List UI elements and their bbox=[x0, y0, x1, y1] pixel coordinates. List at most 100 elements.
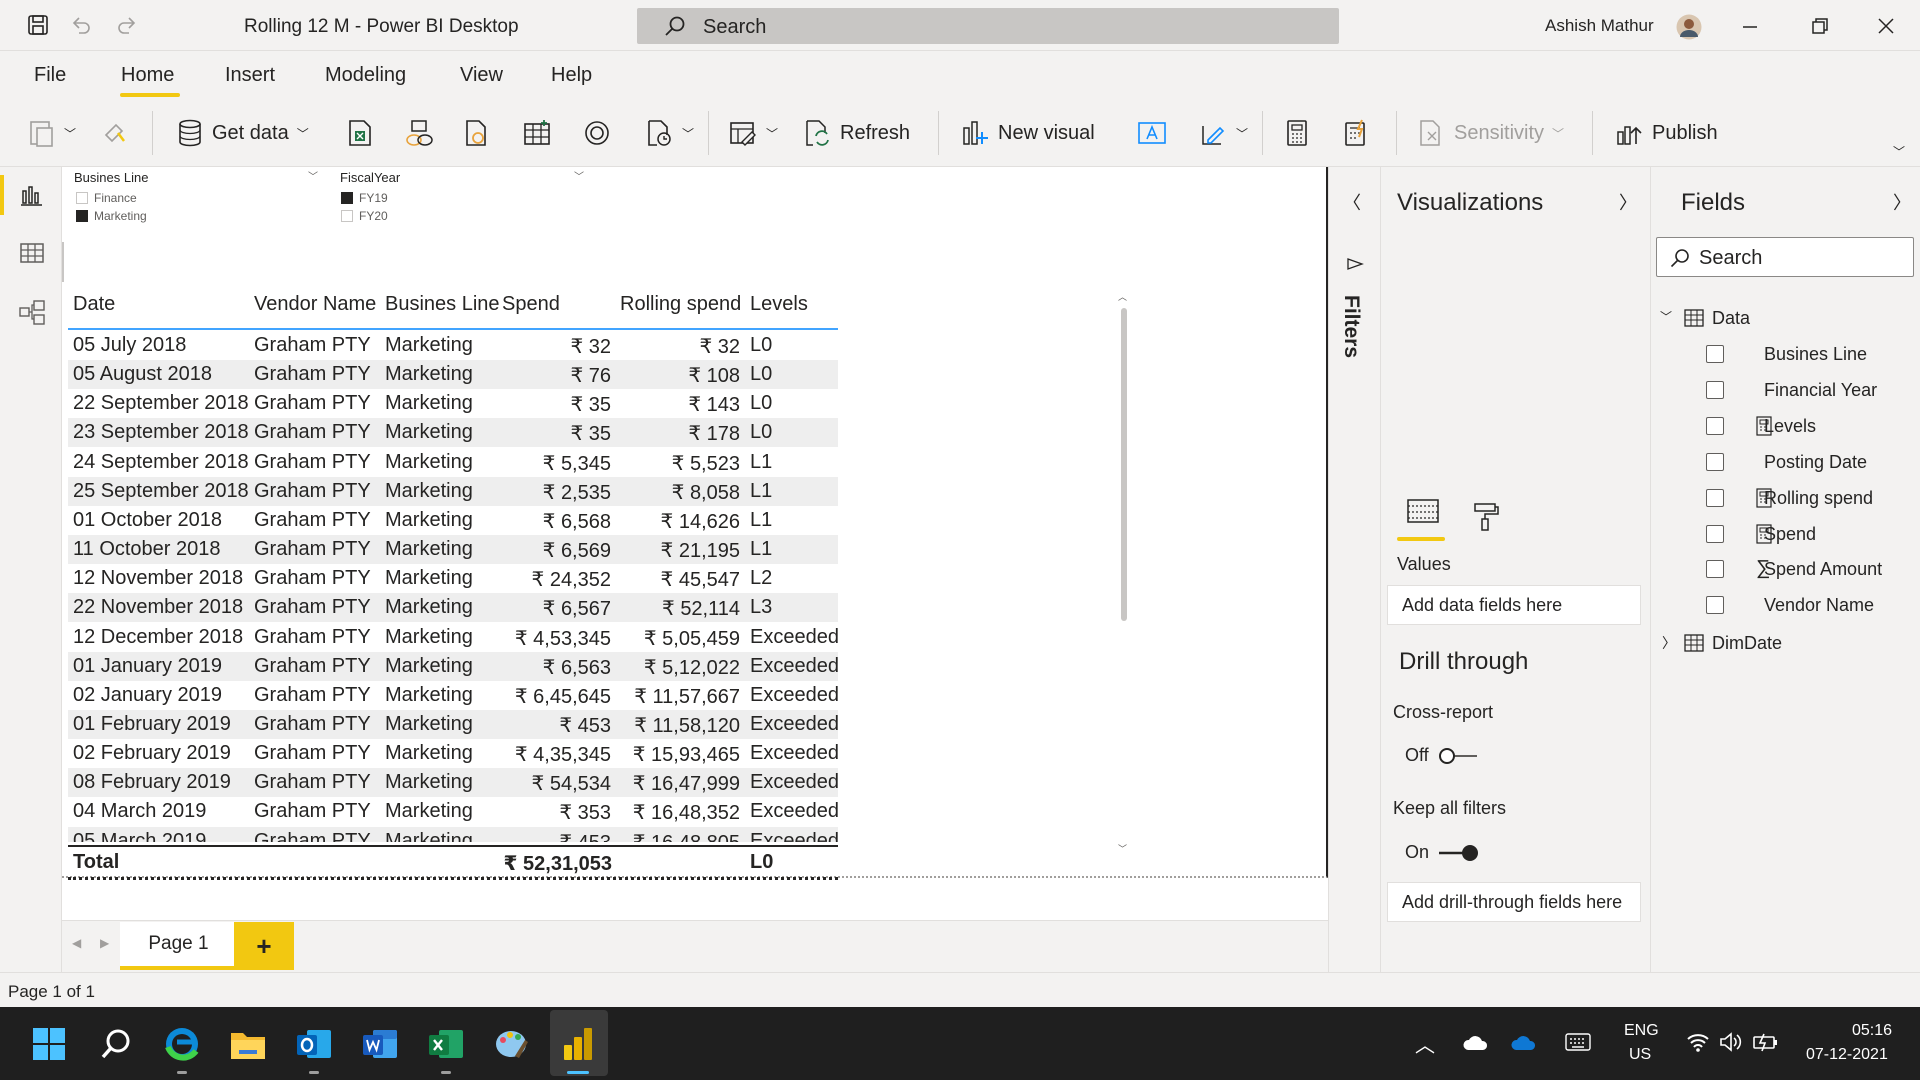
menu-insert[interactable]: Insert bbox=[225, 64, 275, 87]
table-row[interactable]: 02 February 2019 Graham PTY Marketing ₹ 4,3… bbox=[68, 739, 839, 768]
values-drop-well[interactable]: Add data fields here bbox=[1387, 585, 1641, 625]
table-row[interactable]: 02 January 2019 Graham PTY Marketing ₹ 6,45… bbox=[68, 681, 839, 710]
field-checkbox[interactable] bbox=[1706, 525, 1724, 543]
prev-page-icon[interactable]: ◀ bbox=[72, 936, 81, 950]
save-icon[interactable] bbox=[26, 13, 50, 37]
checkbox[interactable] bbox=[341, 210, 353, 222]
onedrive-blue-icon[interactable] bbox=[1510, 1033, 1538, 1051]
quick-measure-button[interactable] bbox=[1342, 99, 1370, 167]
field-checkbox[interactable] bbox=[1706, 596, 1724, 614]
slicer-item[interactable]: Finance bbox=[76, 191, 137, 205]
field-item[interactable]: Levels bbox=[1706, 416, 1916, 440]
field-item[interactable]: ∑ Spend Amount bbox=[1706, 557, 1916, 583]
expand-left-icon[interactable]: 〈 bbox=[1343, 189, 1361, 215]
table-row[interactable]: 01 February 2019 Graham PTY Marketing ₹ 453… bbox=[68, 710, 839, 739]
table-row[interactable]: 24 September 2018 Graham PTY Marketing ₹ 5,… bbox=[68, 448, 838, 477]
recent-sources-button[interactable] bbox=[582, 99, 612, 167]
wifi-icon[interactable] bbox=[1686, 1031, 1710, 1053]
table-row[interactable]: 05 July 2018 Graham PTY Marketing ₹ 32 ₹ 32 L… bbox=[68, 331, 838, 360]
onedrive-white-icon[interactable] bbox=[1462, 1033, 1490, 1051]
chevron-right-icon[interactable]: 〉 bbox=[1662, 633, 1676, 653]
table-row[interactable]: 01 October 2018 Graham PTY Marketing ₹ 6,56… bbox=[68, 506, 838, 535]
format-paint-roller-icon[interactable] bbox=[1471, 501, 1501, 533]
menu-modeling[interactable]: Modeling bbox=[325, 64, 406, 87]
table-row[interactable]: 23 September 2018 Graham PTY Marketing ₹ 35… bbox=[68, 418, 838, 447]
paint-icon[interactable] bbox=[490, 1022, 534, 1066]
language-top[interactable]: ENG bbox=[1624, 1022, 1659, 1040]
scroll-down-icon[interactable]: ﹀ bbox=[1118, 842, 1127, 855]
menu-view[interactable]: View bbox=[460, 64, 503, 87]
table-row[interactable]: 12 November 2018 Graham PTY Marketing ₹ 24,… bbox=[68, 564, 838, 593]
field-checkbox[interactable] bbox=[1706, 345, 1724, 363]
avatar[interactable] bbox=[1676, 14, 1702, 40]
drill-through-drop-well[interactable]: Add drill-through fields here bbox=[1387, 882, 1641, 922]
table-row[interactable]: 22 September 2018 Graham PTY Marketing ₹ 35… bbox=[68, 389, 838, 418]
col-header-vendor[interactable]: Vendor Name bbox=[254, 293, 376, 316]
dataflows-button[interactable] bbox=[404, 99, 434, 167]
clock-time[interactable]: 05:16 bbox=[1852, 1022, 1892, 1040]
field-item[interactable]: Financial Year bbox=[1706, 380, 1916, 404]
paste-button[interactable]: ﹀ bbox=[28, 99, 76, 167]
table-row[interactable]: 08 February 2019 Graham PTY Marketing ₹ 54,… bbox=[68, 768, 839, 797]
user-name[interactable]: Ashish Mathur bbox=[1545, 16, 1654, 36]
checkbox[interactable] bbox=[341, 192, 353, 204]
checkbox[interactable] bbox=[76, 192, 88, 204]
search-taskbar-icon[interactable] bbox=[94, 1022, 138, 1066]
enter-data-button[interactable] bbox=[522, 99, 552, 167]
checkbox[interactable] bbox=[76, 210, 88, 222]
menu-help[interactable]: Help bbox=[551, 64, 592, 87]
collapse-right-icon[interactable]: 〉 bbox=[1619, 189, 1637, 215]
table-row[interactable]: 11 October 2018 Graham PTY Marketing ₹ 6,56… bbox=[68, 535, 838, 564]
col-header-business-line[interactable]: Busines Line bbox=[385, 293, 500, 316]
chevron-down-icon[interactable]: ﹀ bbox=[308, 168, 318, 183]
slicer-item[interactable]: FY19 bbox=[341, 191, 388, 205]
table-row[interactable]: 04 March 2019 Graham PTY Marketing ₹ 353 ₹ 1… bbox=[68, 797, 839, 826]
minimize-icon[interactable] bbox=[1738, 14, 1762, 38]
col-header-rolling-spend[interactable]: Rolling spend bbox=[620, 293, 741, 316]
get-data-button[interactable]: Get data ﹀ bbox=[176, 99, 309, 167]
col-header-spend[interactable]: Spend bbox=[502, 293, 560, 316]
redo-icon[interactable] bbox=[114, 13, 138, 37]
slicer-item[interactable]: Marketing bbox=[76, 209, 147, 223]
file-explorer-icon[interactable] bbox=[226, 1022, 270, 1066]
next-page-icon[interactable]: ▶ bbox=[100, 936, 109, 950]
keep-filters-toggle[interactable] bbox=[1435, 843, 1481, 863]
collapse-right-icon[interactable]: 〉 bbox=[1893, 189, 1911, 215]
table-row[interactable]: 05 March 2019 Graham PTY Marketing ₹ 453 ₹ 1… bbox=[68, 827, 838, 842]
model-view-icon[interactable] bbox=[18, 299, 46, 327]
outlook-icon[interactable] bbox=[292, 1022, 336, 1066]
scroll-up-icon[interactable]: ︿ bbox=[1118, 290, 1127, 303]
sensitivity-button[interactable]: Sensitivity ﹀ bbox=[1416, 99, 1564, 167]
field-item[interactable]: Posting Date bbox=[1706, 452, 1916, 476]
data-view-icon[interactable] bbox=[19, 241, 45, 265]
battery-icon[interactable] bbox=[1752, 1031, 1780, 1053]
table-row[interactable]: 01 January 2019 Graham PTY Marketing ₹ 6,56… bbox=[68, 652, 839, 681]
collapse-ribbon-icon[interactable]: ﹀ bbox=[1893, 143, 1905, 160]
recent-button[interactable]: ﹀ bbox=[644, 99, 694, 167]
dataverse-button[interactable] bbox=[462, 99, 490, 167]
field-item[interactable]: Vendor Name bbox=[1706, 595, 1916, 619]
field-checkbox[interactable] bbox=[1706, 453, 1724, 471]
col-header-date[interactable]: Date bbox=[73, 293, 115, 316]
new-visual-button[interactable]: New visual bbox=[960, 99, 1095, 167]
menu-file[interactable]: File bbox=[34, 64, 66, 87]
fields-well-icon[interactable] bbox=[1405, 497, 1441, 527]
table-row[interactable]: 05 August 2018 Graham PTY Marketing ₹ 76 ₹ 1… bbox=[68, 360, 838, 389]
restore-icon[interactable] bbox=[1808, 14, 1832, 38]
format-painter-button[interactable] bbox=[102, 99, 130, 167]
cross-report-toggle[interactable] bbox=[1437, 746, 1483, 766]
slicer-business-line[interactable]: Busines Line ﹀ Finance Marketing bbox=[74, 170, 324, 228]
menu-home[interactable]: Home bbox=[121, 64, 174, 87]
excel-workbook-button[interactable] bbox=[346, 99, 374, 167]
power-bi-taskbar-icon[interactable] bbox=[556, 1022, 600, 1066]
volume-icon[interactable] bbox=[1718, 1031, 1742, 1053]
table-row[interactable]: 22 November 2018 Graham PTY Marketing ₹ 6,5… bbox=[68, 593, 838, 622]
scrollbar-thumb[interactable] bbox=[1121, 308, 1127, 621]
filters-pane-collapsed[interactable]: 〈 bbox=[1328, 167, 1380, 972]
field-item[interactable]: Spend bbox=[1706, 524, 1916, 548]
publish-button[interactable]: Publish bbox=[1614, 99, 1718, 167]
start-icon[interactable] bbox=[27, 1022, 71, 1066]
fields-search-input[interactable]: Search bbox=[1656, 237, 1914, 277]
more-visuals-button[interactable]: ﹀ bbox=[1198, 99, 1248, 167]
transform-data-button[interactable]: ﹀ bbox=[728, 99, 778, 167]
